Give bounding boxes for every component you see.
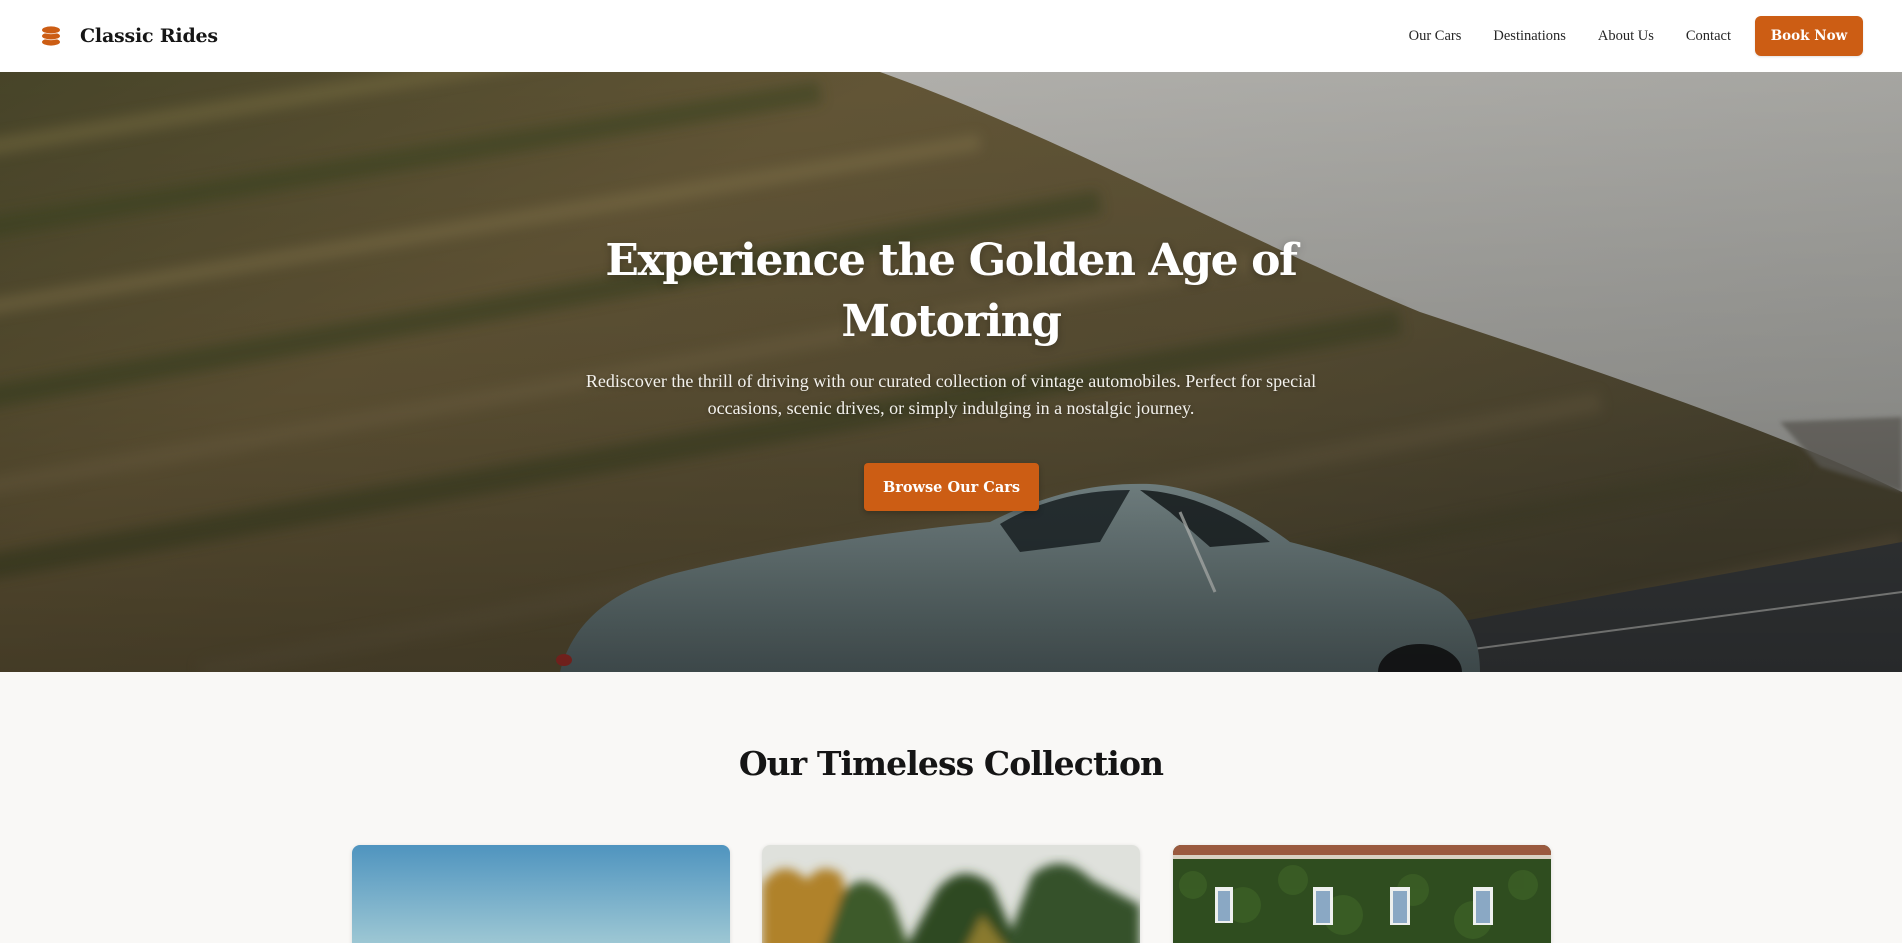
car-card[interactable] — [352, 845, 730, 943]
blurred-trees-photo — [762, 845, 1140, 943]
nav-link-about-us[interactable]: About Us — [1598, 28, 1654, 45]
nav-link-destinations[interactable]: Destinations — [1493, 28, 1566, 45]
section-title: Our Timeless Collection — [738, 744, 1164, 783]
browse-cars-button[interactable]: Browse Our Cars — [864, 463, 1039, 511]
hero-content: Experience the Golden Age of Motoring Re… — [0, 72, 1902, 672]
stacked-layers-icon — [42, 26, 60, 46]
nav-link-our-cars[interactable]: Our Cars — [1409, 28, 1462, 45]
brand-logo[interactable]: Classic Rides — [40, 25, 218, 47]
car-card[interactable] — [762, 845, 1140, 943]
hero-title: Experience the Golden Age of Motoring — [605, 235, 1298, 347]
hero-section: Experience the Golden Age of Motoring Re… — [0, 72, 1902, 672]
nav-link-contact[interactable]: Contact — [1686, 28, 1731, 45]
book-now-button[interactable]: Book Now — [1755, 16, 1863, 56]
car-card[interactable] — [1173, 845, 1551, 943]
ivy-covered-villa-photo — [1173, 845, 1551, 943]
brand-name: Classic Rides — [80, 25, 218, 47]
top-navbar: Classic Rides Our Cars Destinations Abou… — [0, 0, 1902, 72]
main-navigation: Our Cars Destinations About Us Contact B… — [1409, 16, 1863, 56]
blue-sky-photo — [352, 845, 730, 943]
hero-subtitle: Rediscover the thrill of driving with ou… — [585, 371, 1317, 418]
